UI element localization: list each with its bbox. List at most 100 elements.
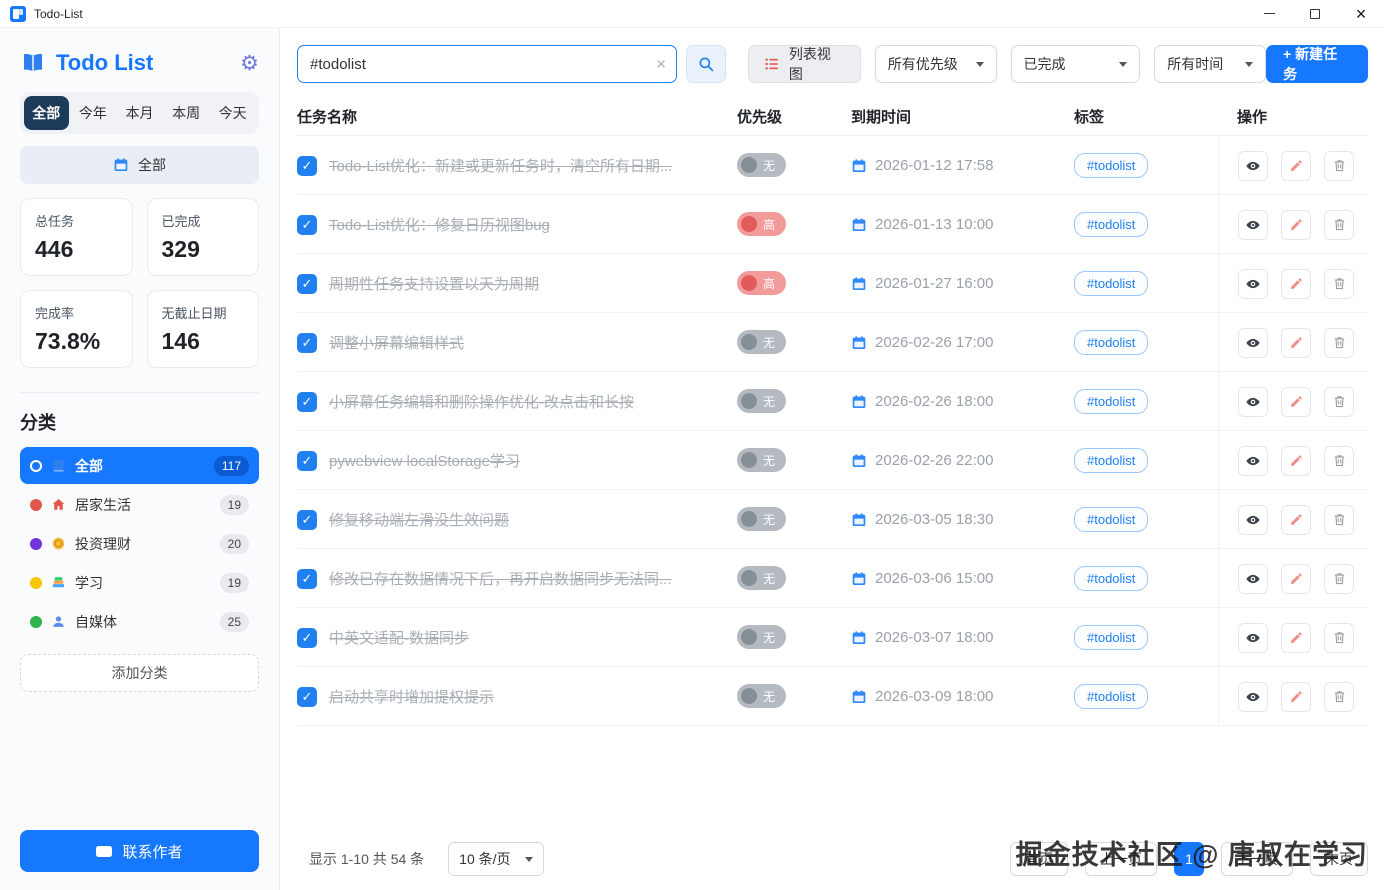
tag-pill[interactable]: #todolist [1074,212,1148,237]
tag-pill[interactable]: #todolist [1074,507,1148,532]
priority-dot-icon [741,275,757,291]
view-task-button[interactable] [1238,446,1268,476]
delete-task-button[interactable] [1324,151,1354,181]
filter-tab[interactable]: 本周 [164,96,209,130]
delete-task-button[interactable] [1324,446,1354,476]
task-checkbox[interactable]: ✓ [297,451,317,471]
view-task-button[interactable] [1238,505,1268,535]
status-filter-dropdown[interactable]: 已完成 [1011,45,1141,83]
last-page-button[interactable]: 末页 [1310,842,1368,876]
task-checkbox[interactable]: ✓ [297,274,317,294]
task-checkbox[interactable]: ✓ [297,156,317,176]
delete-task-button[interactable] [1324,210,1354,240]
tag-pill[interactable]: #todolist [1074,153,1148,178]
tag-cell: #todolist [1069,212,1218,237]
table-row: ✓ 修改已存在数据情况下后，再开启数据同步无法同... 无 [297,549,1368,608]
task-checkbox[interactable]: ✓ [297,687,317,707]
edit-task-button[interactable] [1281,210,1311,240]
tag-pill[interactable]: #todolist [1074,684,1148,709]
priority-filter-dropdown[interactable]: 所有优先级 [875,45,997,83]
task-checkbox[interactable]: ✓ [297,569,317,589]
tag-pill[interactable]: #todolist [1074,448,1148,473]
delete-task-button[interactable] [1324,269,1354,299]
view-task-button[interactable] [1238,269,1268,299]
edit-task-button[interactable] [1281,505,1311,535]
category-item[interactable]: 自媒体 25 [20,603,259,640]
calendar-icon [851,158,867,174]
view-task-button[interactable] [1238,210,1268,240]
category-item[interactable]: 居家生活 19 [20,486,259,523]
date-filter-label: 全部 [138,155,166,175]
task-checkbox[interactable]: ✓ [297,628,317,648]
tag-pill[interactable]: #todolist [1074,389,1148,414]
edit-task-button[interactable] [1281,564,1311,594]
view-task-button[interactable] [1238,387,1268,417]
minimize-button[interactable] [1246,0,1292,27]
delete-task-button[interactable] [1324,387,1354,417]
edit-task-button[interactable] [1281,682,1311,712]
task-name: pywebview localStorage学习 [329,450,520,471]
delete-task-button[interactable] [1324,564,1354,594]
view-task-button[interactable] [1238,151,1268,181]
edit-task-button[interactable] [1281,151,1311,181]
task-checkbox[interactable]: ✓ [297,392,317,412]
page-number-button[interactable]: 1 [1174,842,1204,876]
view-task-button[interactable] [1238,682,1268,712]
checkmark-icon: ✓ [302,571,313,587]
task-checkbox[interactable]: ✓ [297,215,317,235]
view-task-button[interactable] [1238,564,1268,594]
task-checkbox[interactable]: ✓ [297,333,317,353]
edit-task-button[interactable] [1281,623,1311,653]
tag-pill[interactable]: #todolist [1074,330,1148,355]
filter-tab[interactable]: 今年 [71,96,116,130]
add-category-button[interactable]: 添加分类 [20,654,259,692]
tag-pill[interactable]: #todolist [1074,625,1148,650]
view-task-button[interactable] [1238,623,1268,653]
close-button[interactable]: × [1338,0,1384,27]
delete-task-button[interactable] [1324,682,1354,712]
time-filter-dropdown[interactable]: 所有时间 [1154,45,1266,83]
edit-task-button[interactable] [1281,269,1311,299]
edit-task-button[interactable] [1281,328,1311,358]
search-input[interactable] [297,45,677,83]
date-filter-button[interactable]: 全部 [20,146,259,184]
delete-task-button[interactable] [1324,328,1354,358]
calendar-icon [851,394,867,410]
edit-task-button[interactable] [1281,446,1311,476]
search-icon [697,55,715,73]
eye-icon [1245,217,1261,233]
search-button[interactable] [686,45,726,83]
calendar-icon [851,512,867,528]
category-item[interactable]: 投资理财 20 [20,525,259,562]
delete-task-button[interactable] [1324,505,1354,535]
priority-dot-icon [741,157,757,173]
prev-page-button[interactable]: 上一页 [1085,842,1157,876]
filter-tab[interactable]: 全部 [24,96,69,130]
category-item[interactable]: 学习 19 [20,564,259,601]
delete-task-button[interactable] [1324,623,1354,653]
checkmark-icon: ✓ [302,276,313,292]
page-size-dropdown[interactable]: 10 条/页 [448,842,544,876]
new-task-button[interactable]: + 新建任务 [1266,45,1368,83]
filter-tab[interactable]: 今天 [210,96,255,130]
clear-search-icon[interactable]: × [656,56,666,73]
list-view-button[interactable]: 列表视图 [748,45,861,83]
tag-cell: #todolist [1069,330,1218,355]
view-task-button[interactable] [1238,328,1268,358]
gear-icon[interactable]: ⚙ [240,53,259,74]
tag-pill[interactable]: #todolist [1074,566,1148,591]
next-page-button[interactable]: 下一页 [1221,842,1293,876]
task-checkbox[interactable]: ✓ [297,510,317,530]
edit-task-button[interactable] [1281,387,1311,417]
category-item[interactable]: 全部 117 [20,447,259,484]
app-body: Todo List ⚙ 全部 今年 本月 本周 今天 [0,28,1384,890]
priority-cell: 无 [737,448,851,473]
contact-author-button[interactable]: 联系作者 [20,830,259,872]
trash-icon [1332,571,1347,586]
task-name: 修改已存在数据情况下后，再开启数据同步无法同... [329,568,672,589]
first-page-button[interactable]: 首页 [1010,842,1068,876]
maximize-button[interactable] [1292,0,1338,27]
tag-pill[interactable]: #todolist [1074,271,1148,296]
actions-cell [1218,608,1368,667]
filter-tab[interactable]: 本月 [117,96,162,130]
